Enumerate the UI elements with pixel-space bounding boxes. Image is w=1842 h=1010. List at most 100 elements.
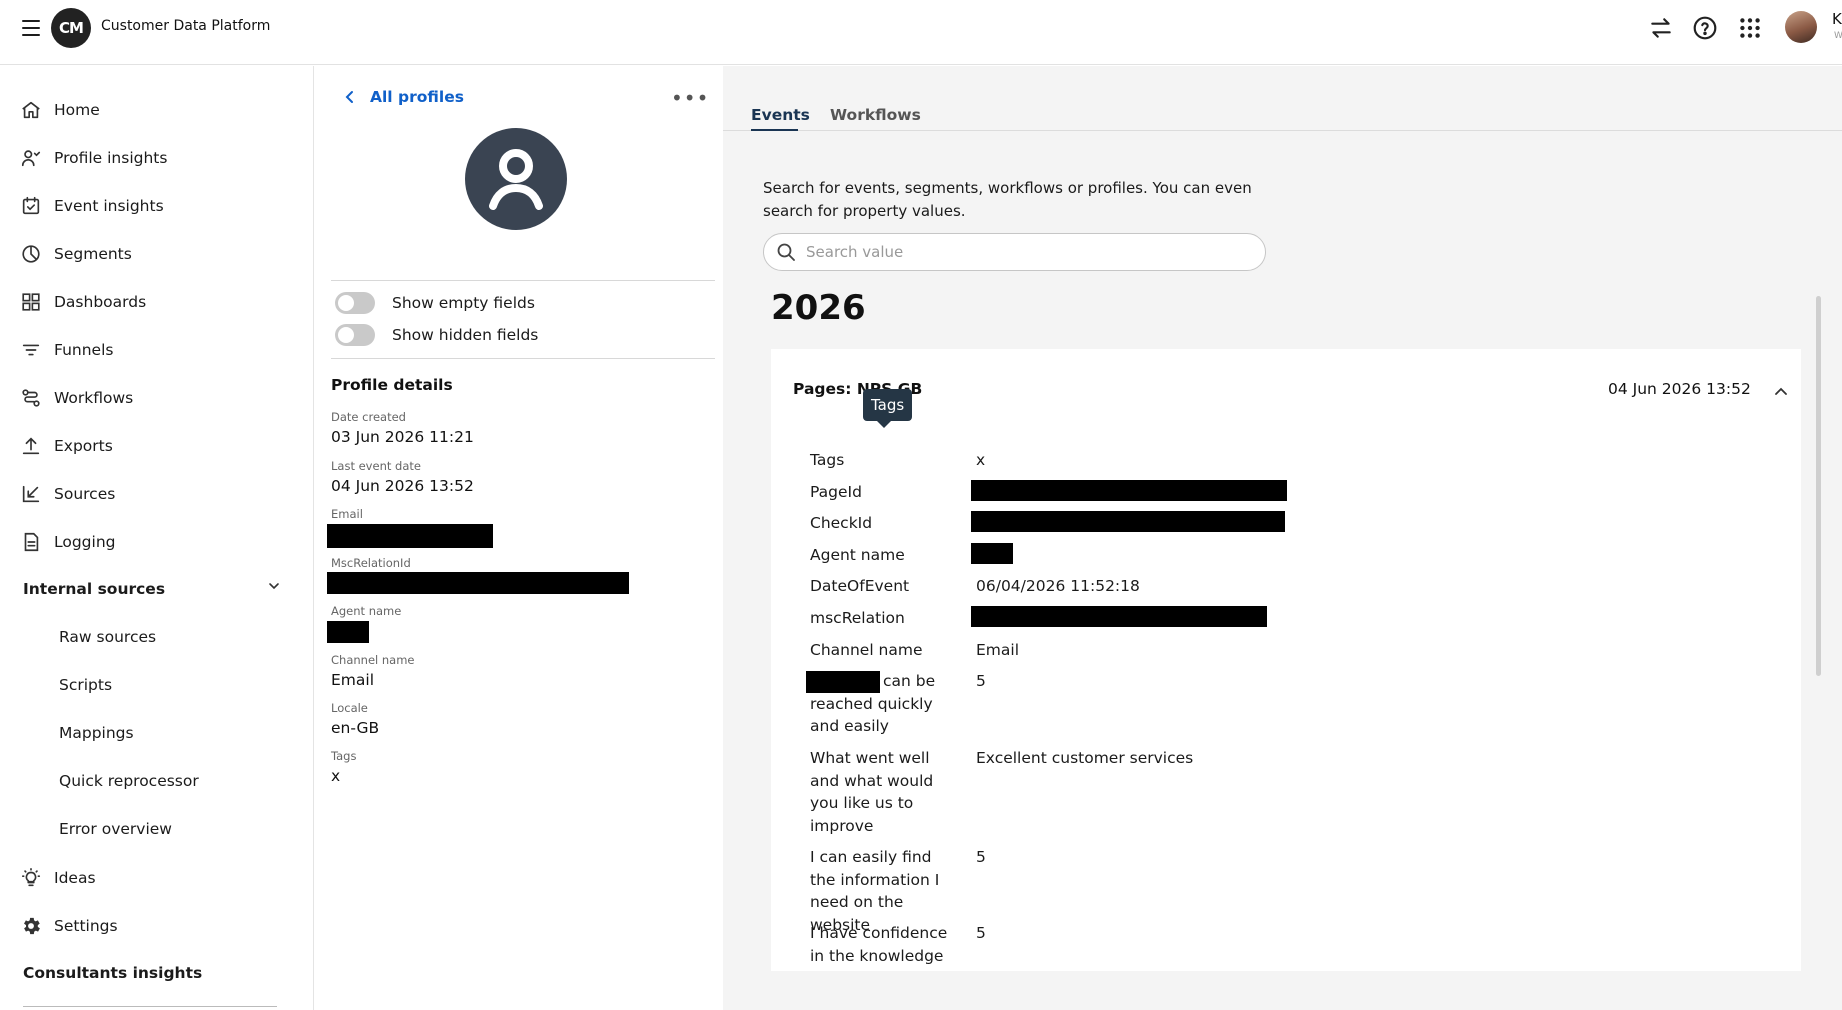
sidebar-section-internal-sources[interactable]: Internal sources	[23, 580, 165, 598]
sidebar-item-raw-sources[interactable]: Raw sources	[59, 628, 156, 646]
field-label: Tags	[331, 749, 357, 763]
help-icon[interactable]	[1692, 15, 1718, 41]
sidebar-item-label: Sources	[54, 485, 116, 503]
field-label: Last event date	[331, 459, 421, 473]
sidebar-divider	[23, 1006, 277, 1007]
tab-workflows[interactable]: Workflows	[830, 106, 921, 124]
sidebar-item-label: Home	[54, 101, 100, 119]
chevron-left-icon	[345, 91, 353, 103]
divider	[331, 280, 715, 281]
property-key: mscRelation	[810, 609, 905, 627]
tab-events[interactable]: Events	[751, 106, 810, 124]
sidebar-item-label: Dashboards	[54, 293, 147, 311]
property-key: DateOfEvent	[810, 577, 910, 595]
profile-avatar	[465, 128, 567, 230]
search-input[interactable]	[806, 243, 1236, 261]
sidebar-item-profile-insights[interactable]: Profile insights	[20, 146, 167, 170]
sidebar-item-settings[interactable]: Settings	[20, 914, 118, 938]
chevron-down-icon[interactable]	[268, 580, 280, 592]
lightbulb-icon	[20, 867, 42, 889]
search-box[interactable]	[763, 233, 1266, 271]
redacted-value	[327, 572, 629, 594]
profile-insights-icon	[20, 147, 42, 169]
sidebar-item-logging[interactable]: Logging	[20, 530, 116, 554]
sidebar-section-consultants-insights[interactable]: Consultants insights	[23, 964, 202, 982]
sidebar-item-label: Ideas	[54, 869, 96, 887]
main-content: Events Workflows Search for events, segm…	[723, 66, 1842, 1010]
sidebar-item-label: Segments	[54, 245, 132, 263]
sidebar-item-label: Event insights	[54, 197, 164, 215]
property-key: Tags	[810, 451, 845, 469]
app-title: Customer Data Platform	[101, 18, 271, 34]
divider	[331, 358, 715, 359]
field-value: x	[331, 767, 341, 785]
sidebar-item-ideas[interactable]: Ideas	[20, 866, 96, 890]
redacted-value	[971, 480, 1287, 501]
event-card: Pages: NPS GB 04 Jun 2026 13:52 Tags Tag…	[771, 349, 1801, 971]
sidebar-item-segments[interactable]: Segments	[20, 242, 132, 266]
redacted-value	[971, 606, 1267, 627]
redacted-value	[971, 543, 1013, 564]
property-key: Channel name	[810, 641, 923, 659]
calendar-check-icon	[20, 195, 42, 217]
sidebar-item-exports[interactable]: Exports	[20, 434, 113, 458]
scrollbar[interactable]	[1816, 296, 1821, 676]
field-label: Agent name	[331, 604, 402, 618]
show-hidden-fields-toggle[interactable]: Show hidden fields	[335, 324, 538, 346]
sidebar-item-label: Logging	[54, 533, 116, 551]
property-value: 5	[976, 672, 986, 690]
sidebar-item-mappings[interactable]: Mappings	[59, 724, 134, 742]
chevron-up-icon[interactable]	[1774, 386, 1788, 396]
sidebar-item-sources[interactable]: Sources	[20, 482, 115, 506]
funnel-icon	[20, 339, 42, 361]
toggle-switch[interactable]	[335, 324, 375, 346]
app-logo[interactable]: CM	[51, 8, 91, 48]
sidebar-item-scripts[interactable]: Scripts	[59, 676, 112, 694]
event-date: 04 Jun 2026 13:52	[1608, 380, 1751, 398]
profile-panel: All profiles ••• Show empty fields Show …	[315, 66, 723, 1010]
more-options-icon[interactable]: •••	[671, 86, 709, 110]
property-value: 5	[976, 924, 986, 942]
sidebar-item-quick-reprocessor[interactable]: Quick reprocessor	[59, 772, 199, 790]
home-icon	[20, 99, 42, 121]
dashboard-grid-icon	[20, 291, 42, 313]
sidebar-item-workflows[interactable]: Workflows	[20, 386, 133, 410]
gear-icon	[20, 915, 42, 937]
property-key: What went well and what would you like u…	[810, 749, 934, 835]
apps-grid-icon[interactable]	[1737, 15, 1763, 41]
swap-icon[interactable]	[1648, 15, 1674, 41]
sidebar-item-home[interactable]: Home	[20, 98, 100, 122]
sidebar-item-label: Profile insights	[54, 149, 168, 167]
toggle-label: Show hidden fields	[392, 326, 539, 344]
property-value: Excellent customer services	[976, 749, 1194, 767]
toggle-switch[interactable]	[335, 292, 375, 314]
field-label: Date created	[331, 410, 406, 424]
tags-tooltip: Tags	[863, 389, 913, 428]
property-value: 5	[976, 848, 986, 866]
field-value: Email	[331, 671, 375, 689]
sidebar-item-dashboards[interactable]: Dashboards	[20, 290, 146, 314]
back-to-all-profiles-link[interactable]: All profiles	[344, 88, 464, 106]
property-value: 06/04/2026 11:52:18	[976, 577, 1140, 595]
sidebar-item-funnels[interactable]: Funnels	[20, 338, 113, 362]
field-label: Email	[331, 507, 363, 521]
document-icon	[20, 531, 42, 553]
sidebar-item-label: Exports	[54, 437, 113, 455]
active-tab-indicator	[751, 129, 798, 131]
sidebar-item-event-insights[interactable]: Event insights	[20, 194, 164, 218]
sidebar-item-label: Workflows	[54, 389, 134, 407]
menu-icon[interactable]	[22, 20, 40, 36]
tab-bar: Events Workflows	[723, 66, 1842, 131]
field-value: 04 Jun 2026 13:52	[331, 477, 474, 495]
user-avatar[interactable]	[1785, 11, 1817, 43]
show-empty-fields-toggle[interactable]: Show empty fields	[335, 292, 535, 314]
redacted-value	[971, 511, 1285, 532]
property-key: PageId	[810, 483, 862, 501]
property-key: I have confidence in the knowledge of	[810, 924, 948, 971]
property-key: can be reached quickly and easily	[810, 672, 936, 735]
property-value: Email	[976, 641, 1020, 659]
top-bar: CM Customer Data Platform K W	[0, 0, 1842, 65]
upload-icon	[20, 435, 42, 457]
user-subtitle: W	[1834, 31, 1842, 41]
sidebar-item-error-overview[interactable]: Error overview	[59, 820, 172, 838]
